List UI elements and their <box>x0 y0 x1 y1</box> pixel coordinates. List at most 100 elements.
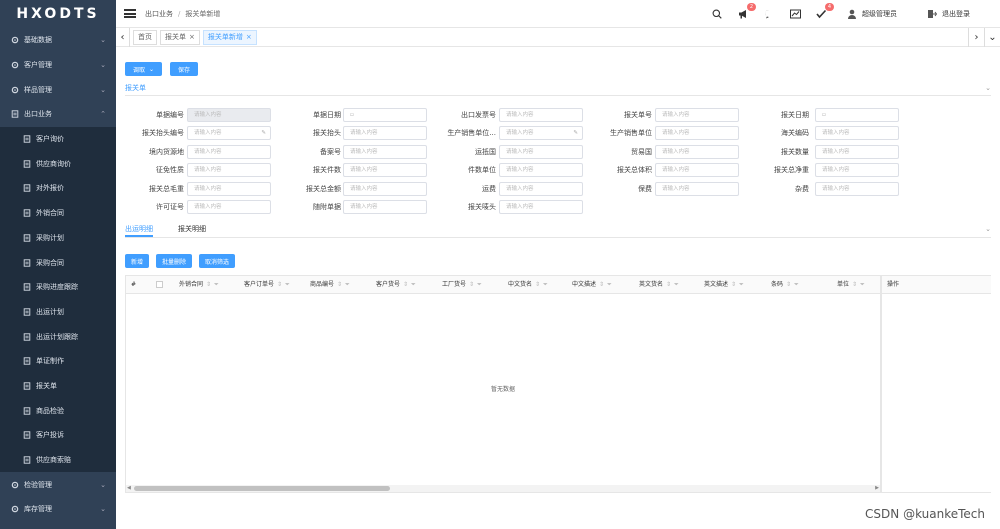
form-input[interactable]: 请输入内容 <box>499 108 583 122</box>
filter-icon[interactable]: ⏷ <box>345 281 350 288</box>
tab-customs-detail[interactable]: 报关明细 <box>178 223 206 235</box>
sort-icon[interactable]: ⇕ <box>403 281 408 288</box>
form-input[interactable]: 请输入内容 <box>655 163 739 178</box>
form-input[interactable]: 请输入内容 ✎ <box>187 126 271 141</box>
column-header[interactable]: 商品编号 ⇕ ⏷ <box>310 276 350 294</box>
form-input[interactable]: 请输入内容 <box>815 144 899 159</box>
column-header[interactable]: 英文货名 ⇕ ⏷ <box>639 276 679 294</box>
scroll-left-icon[interactable]: ◀ <box>127 485 131 491</box>
filter-icon[interactable]: ⏷ <box>214 281 219 288</box>
sidebar-item[interactable]: 采购计划 <box>0 226 116 251</box>
filter-icon[interactable]: ⏷ <box>794 281 799 288</box>
sidebar-item[interactable]: 样品管理 ⌄ <box>0 77 116 102</box>
column-header[interactable]: 英文描述 ⇕ ⏷ <box>704 276 744 294</box>
sidebar-item[interactable]: 采购进度跟踪 <box>0 275 116 300</box>
tab-page[interactable]: 报关单 × <box>160 29 200 45</box>
column-header[interactable]: 中文描述 ⇕ ⏷ <box>572 276 612 294</box>
form-input[interactable]: 请输入内容 <box>343 163 427 178</box>
column-header[interactable]: 单位 ⇕ ⏷ <box>837 276 865 294</box>
filter-icon[interactable]: ⏷ <box>674 281 679 288</box>
form-input[interactable]: 请输入内容 <box>187 163 271 178</box>
form-input[interactable]: 请输入内容 <box>187 144 271 159</box>
chart-icon[interactable] <box>789 8 801 20</box>
form-input[interactable]: 请输入内容 <box>815 163 899 178</box>
sidebar-item[interactable]: 财务管理⌄ <box>0 522 116 529</box>
sort-icon[interactable]: ⇕ <box>277 281 282 288</box>
sidebar-item[interactable]: 采购合同 <box>0 250 116 275</box>
form-input[interactable]: 请输入内容 <box>343 144 427 159</box>
megaphone-icon[interactable]: 2 <box>737 3 756 20</box>
column-header[interactable]: 中文货名 ⇕ ⏷ <box>508 276 548 294</box>
fetch-dropdown-button[interactable]: 调取 ⌄ <box>125 62 163 76</box>
form-input[interactable]: 请输入内容 <box>187 181 271 196</box>
sidebar-item[interactable]: 报关单 <box>0 374 116 399</box>
sidebar-item[interactable]: 出运计划 <box>0 300 116 325</box>
form-input[interactable]: 请输入内容 <box>343 200 427 214</box>
form-input[interactable]: 请输入内容 <box>499 181 583 196</box>
sort-icon[interactable]: ⇕ <box>535 281 540 288</box>
form-input[interactable]: 请输入内容 ✎ <box>499 126 583 141</box>
sidebar-item[interactable]: 出口业务 ⌃ <box>0 102 116 127</box>
form-input[interactable]: 请输入内容 <box>655 181 739 196</box>
column-header[interactable]: 条码 ⇕ ⏷ <box>771 276 799 294</box>
edit-icon[interactable]: ✎ <box>261 127 266 139</box>
filter-icon[interactable]: ⏷ <box>607 281 612 288</box>
sidebar-item[interactable]: 客户投诉 <box>0 423 116 448</box>
sidebar-item[interactable]: 单证制作 <box>0 349 116 374</box>
batch-delete-button[interactable]: 批量删除 <box>156 254 193 268</box>
sidebar-item[interactable]: 商品检验 <box>0 398 116 423</box>
column-header[interactable]: 客户货号 ⇕ ⏷ <box>376 276 416 294</box>
form-input[interactable]: 请输入内容 <box>655 144 739 159</box>
filter-icon[interactable]: ⏷ <box>477 281 482 288</box>
form-input[interactable]: 请输入内容 <box>343 126 427 141</box>
column-header[interactable]: 客户订单号 ⇕ ⏷ <box>244 276 290 294</box>
section-header[interactable]: 报关单 ⌄ <box>125 82 991 96</box>
tab-page[interactable]: 报关单新增 × <box>202 29 257 45</box>
logout-button[interactable]: 退出登录 <box>927 9 970 19</box>
column-header[interactable]: 工厂货号 ⇕ ⏷ <box>442 276 482 294</box>
tags-menu-chevron-icon[interactable]: ⌄ <box>984 28 1000 47</box>
form-input[interactable]: ▫ <box>343 108 427 122</box>
edit-icon[interactable]: ✎ <box>573 127 578 139</box>
sidebar-item[interactable]: 供应商询价 <box>0 151 116 176</box>
filter-icon[interactable]: ⏷ <box>411 281 416 288</box>
sidebar-item[interactable]: 检验管理 ⌄ <box>0 472 116 497</box>
form-input[interactable]: 请输入内容 <box>815 181 899 196</box>
sidebar-item[interactable]: 客户管理 ⌄ <box>0 53 116 78</box>
tags-scroll-left-icon[interactable]: ‹ <box>116 27 130 47</box>
sidebar-item[interactable]: 基础数据 ⌄ <box>0 28 116 53</box>
save-button[interactable]: 保存 <box>170 62 199 76</box>
filter-icon[interactable]: ⏷ <box>543 281 548 288</box>
sidebar-item[interactable]: 客户询价 <box>0 127 116 152</box>
add-button[interactable]: 新增 <box>125 254 150 268</box>
chat-icon[interactable] <box>763 8 775 20</box>
form-input[interactable]: 请输入内容 <box>187 200 271 214</box>
sort-icon[interactable]: ⇕ <box>337 281 342 288</box>
form-input[interactable]: 请输入内容 <box>499 200 583 214</box>
scroll-right-icon[interactable]: ▶ <box>875 485 879 491</box>
sort-icon[interactable]: ⇕ <box>731 281 736 288</box>
filter-icon[interactable]: ⏷ <box>739 281 744 288</box>
form-input[interactable]: 请输入内容 <box>499 163 583 178</box>
tags-scroll-right-icon[interactable]: › <box>968 28 984 47</box>
collapse-chevron-icon[interactable]: ⌄ <box>985 225 991 233</box>
column-header[interactable]: # <box>131 276 136 294</box>
sort-icon[interactable]: ⇕ <box>469 281 474 288</box>
sort-icon[interactable]: ⇕ <box>599 281 604 288</box>
scrollbar-thumb[interactable] <box>134 486 390 491</box>
form-input[interactable]: 请输入内容 <box>815 126 899 141</box>
close-icon[interactable]: × <box>189 33 195 41</box>
sort-icon[interactable]: ⇕ <box>666 281 671 288</box>
form-input[interactable]: 请输入内容 <box>655 108 739 122</box>
sort-icon[interactable]: ⇕ <box>206 281 211 288</box>
filter-icon[interactable]: ⏷ <box>285 281 290 288</box>
column-header[interactable]: 外销合同 ⇕ ⏷ <box>179 276 219 294</box>
horizontal-scrollbar[interactable]: ◀ ▶ <box>126 485 880 492</box>
hamburger-icon[interactable] <box>124 9 136 18</box>
user-menu[interactable]: 超级管理员 <box>847 9 897 19</box>
close-icon[interactable]: × <box>246 33 252 41</box>
sidebar-item[interactable]: 库存管理 ⌄ <box>0 497 116 522</box>
sidebar-item[interactable]: 对外报价 <box>0 176 116 201</box>
collapse-chevron-icon[interactable]: ⌄ <box>985 82 991 94</box>
form-input[interactable]: 请输入内容 <box>655 126 739 141</box>
